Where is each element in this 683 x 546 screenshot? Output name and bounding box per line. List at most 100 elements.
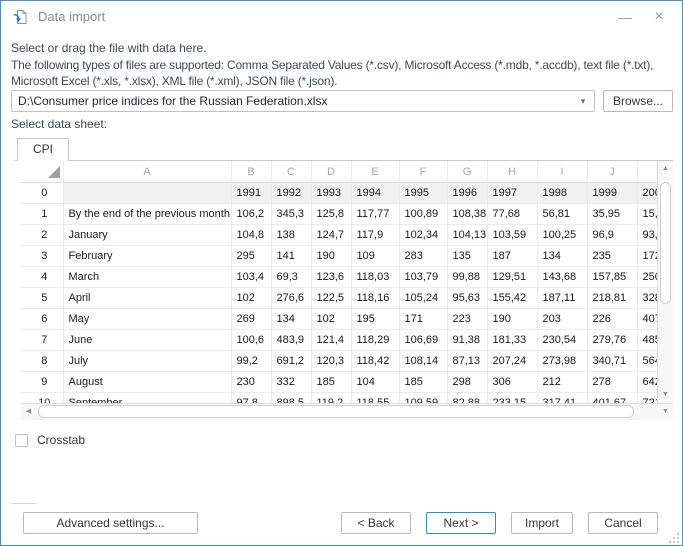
cell[interactable]: 69,3 (271, 267, 311, 288)
cell[interactable]: 407, (637, 309, 657, 330)
cell[interactable]: 230,54 (537, 330, 587, 351)
cancel-button[interactable]: Cancel (588, 512, 658, 534)
cell[interactable]: 295 (231, 246, 271, 267)
cell[interactable]: 230 (231, 372, 271, 393)
scroll-corner-icon[interactable]: ▼ (658, 404, 673, 420)
cell[interactable]: 1997 (487, 183, 537, 204)
cell[interactable]: 138 (271, 225, 311, 246)
cell[interactable]: 105,24 (399, 288, 447, 309)
row-number[interactable]: 2 (21, 225, 63, 246)
cell[interactable] (63, 183, 231, 204)
cell[interactable]: 1994 (351, 183, 399, 204)
cell[interactable]: 642, (637, 372, 657, 393)
cell[interactable]: 171 (399, 309, 447, 330)
cell[interactable]: 97,8 (231, 393, 271, 404)
cell[interactable]: 1999 (587, 183, 637, 204)
scroll-down-icon[interactable]: ▼ (658, 387, 673, 403)
cell[interactable]: 15,0 (637, 204, 657, 225)
cell[interactable]: 87,13 (447, 351, 487, 372)
cell[interactable]: 93,5 (637, 225, 657, 246)
file-path-combobox[interactable]: D:\Consumer price indices for the Russia… (11, 90, 595, 112)
cell[interactable]: May (63, 309, 231, 330)
advanced-settings-button[interactable]: Advanced settings... (23, 512, 198, 534)
cell[interactable]: 117,77 (351, 204, 399, 225)
horizontal-scroll-thumb[interactable] (38, 405, 634, 418)
back-button[interactable]: < Back (341, 512, 411, 534)
cell[interactable]: 279,76 (587, 330, 637, 351)
cell[interactable]: 226 (587, 309, 637, 330)
cell[interactable]: 99,88 (447, 267, 487, 288)
cell[interactable]: 125,8 (311, 204, 351, 225)
cell[interactable]: 99,2 (231, 351, 271, 372)
cell[interactable]: 117,9 (351, 225, 399, 246)
cell[interactable]: 100,6 (231, 330, 271, 351)
cell[interactable]: 401,67 (587, 393, 637, 404)
next-button[interactable]: Next > (426, 512, 496, 534)
cell[interactable]: 95,63 (447, 288, 487, 309)
cell[interactable]: 269 (231, 309, 271, 330)
cell[interactable]: 134 (537, 246, 587, 267)
cell[interactable]: 118,03 (351, 267, 399, 288)
cell[interactable]: 100,25 (537, 225, 587, 246)
column-header-i[interactable]: I (537, 161, 587, 183)
cell[interactable]: 134 (271, 309, 311, 330)
cell[interactable]: 223 (447, 309, 487, 330)
cell[interactable]: 218,81 (587, 288, 637, 309)
cell[interactable]: 298 (447, 372, 487, 393)
cell[interactable]: January (63, 225, 231, 246)
cell[interactable]: 102 (311, 309, 351, 330)
cell[interactable]: 100,89 (399, 204, 447, 225)
cell[interactable]: By the end of the previous month (63, 204, 231, 225)
row-number[interactable]: 10 (21, 393, 63, 404)
row-number[interactable]: 7 (21, 330, 63, 351)
minimize-button[interactable]: — (610, 5, 640, 29)
cell[interactable]: 185 (399, 372, 447, 393)
cell[interactable]: 1992 (271, 183, 311, 204)
cell[interactable]: 203 (537, 309, 587, 330)
cell[interactable]: 207,24 (487, 351, 537, 372)
cell[interactable]: 103,4 (231, 267, 271, 288)
cell[interactable]: 124,7 (311, 225, 351, 246)
cell[interactable]: 120,3 (311, 351, 351, 372)
row-number[interactable]: 4 (21, 267, 63, 288)
close-button[interactable]: × (644, 5, 674, 29)
column-header-k[interactable]: K (637, 161, 657, 183)
cell[interactable]: 195 (351, 309, 399, 330)
cell[interactable]: 129,51 (487, 267, 537, 288)
column-header-g[interactable]: G (447, 161, 487, 183)
cell[interactable]: 190 (487, 309, 537, 330)
cell[interactable]: 123,6 (311, 267, 351, 288)
row-number[interactable]: 6 (21, 309, 63, 330)
cell[interactable]: 106,2 (231, 204, 271, 225)
cell[interactable]: 691,2 (271, 351, 311, 372)
cell[interactable]: 283 (399, 246, 447, 267)
column-header-h[interactable]: H (487, 161, 537, 183)
cell[interactable]: 328, (637, 288, 657, 309)
column-header-e[interactable]: E (351, 161, 399, 183)
cell[interactable]: 1995 (399, 183, 447, 204)
cell[interactable]: 118,16 (351, 288, 399, 309)
select-all-corner[interactable] (21, 161, 63, 183)
cell[interactable]: 143,68 (537, 267, 587, 288)
cell[interactable]: 1996 (447, 183, 487, 204)
crosstab-label[interactable]: Crosstab (37, 433, 85, 447)
cell[interactable]: August (63, 372, 231, 393)
cell[interactable]: 157,85 (587, 267, 637, 288)
cell[interactable]: 332 (271, 372, 311, 393)
cell[interactable]: February (63, 246, 231, 267)
cell[interactable]: 118,29 (351, 330, 399, 351)
cell[interactable]: 141 (271, 246, 311, 267)
cell[interactable]: 109 (351, 246, 399, 267)
cell[interactable]: 109,59 (399, 393, 447, 404)
horizontal-scrollbar[interactable]: ◀ ▼ (21, 403, 673, 420)
row-number[interactable]: 5 (21, 288, 63, 309)
cell[interactable]: 103,79 (399, 267, 447, 288)
cell[interactable]: 104 (351, 372, 399, 393)
cell[interactable]: 35,95 (587, 204, 637, 225)
cell[interactable]: 104,8 (231, 225, 271, 246)
cell[interactable]: April (63, 288, 231, 309)
cell[interactable]: 121,4 (311, 330, 351, 351)
cell[interactable]: 102,34 (399, 225, 447, 246)
cell[interactable]: 108,38 (447, 204, 487, 225)
vertical-scroll-thumb[interactable] (660, 182, 671, 304)
